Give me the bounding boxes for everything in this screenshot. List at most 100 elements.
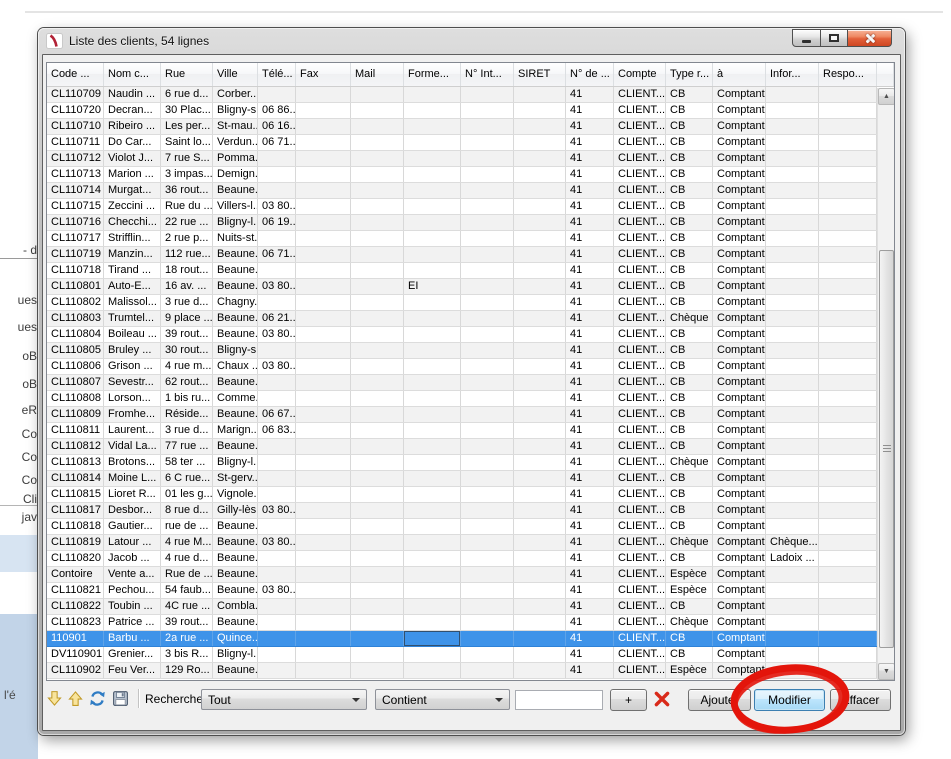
table-row[interactable]: CL110709Naudin ...6 rue d...Corber...41C… (47, 87, 877, 103)
save-icon[interactable] (112, 690, 129, 707)
cell-mail (351, 535, 404, 550)
maximize-button[interactable] (820, 29, 848, 47)
table-row[interactable]: CL110715Zeccini ...Rue du ...Villers-l..… (47, 199, 877, 215)
add-filter-button[interactable]: + (610, 689, 647, 711)
column-header-forme[interactable]: Forme... (404, 63, 461, 86)
cell-compte: CLIENT... (614, 183, 666, 198)
table-row[interactable]: CL110710Ribeiro ...Les per...St-mau...06… (47, 119, 877, 135)
cell-mail (351, 119, 404, 134)
cell-nom: Grison ... (104, 359, 161, 374)
table-row[interactable]: CL110805Bruley ...30 rout...Bligny-s...4… (47, 343, 877, 359)
move-down-icon[interactable] (46, 690, 63, 707)
clear-filter-icon[interactable] (653, 690, 671, 708)
cell-mail (351, 135, 404, 150)
cell-a: Comptant (713, 423, 766, 438)
move-up-icon[interactable] (67, 690, 84, 707)
search-mode-select[interactable]: Contient (375, 689, 510, 710)
table-row[interactable]: CL110717Strifflin...2 rue p...Nuits-st..… (47, 231, 877, 247)
column-header-nde[interactable]: N° de ... (566, 63, 614, 86)
table-row[interactable]: CL110902Feu Ver...129 Ro...Beaune...41CL… (47, 663, 877, 679)
cell-siret (514, 231, 566, 246)
cell-mail (351, 263, 404, 278)
table-row[interactable]: CL110720Decran...30 Plac...Bligny-s...06… (47, 103, 877, 119)
column-header-nom[interactable]: Nom c... (104, 63, 161, 86)
cell-mail (351, 503, 404, 518)
cell-code: CL110709 (47, 87, 104, 102)
background-selected-band (0, 535, 38, 572)
app-icon (46, 33, 63, 49)
column-header-infor[interactable]: Infor... (766, 63, 819, 86)
cell-a: Comptant (713, 471, 766, 486)
edit-button[interactable]: Modifier (754, 689, 825, 711)
minimize-button[interactable] (792, 29, 821, 47)
background-text-fragment: - d (0, 243, 37, 259)
column-header-siret[interactable]: SIRET (514, 63, 566, 86)
cell-infor (766, 183, 819, 198)
table-row[interactable]: 110901Barbu ...2a rue ...Quince...41CLIE… (47, 631, 877, 647)
table-row[interactable]: CL110812Vidal La...77 rue ...Beaune...41… (47, 439, 877, 455)
table-row[interactable]: CL110821Pechou...54 faub...Beaune...03 8… (47, 583, 877, 599)
cell-type: CB (666, 551, 713, 566)
column-header-ville[interactable]: Ville (213, 63, 258, 86)
scroll-down-button[interactable]: ▼ (878, 663, 895, 680)
cell-code: CL110714 (47, 183, 104, 198)
column-header-tel[interactable]: Télé... (258, 63, 296, 86)
table-row[interactable]: CL110820Jacob ...4 rue d...Beaune...41CL… (47, 551, 877, 567)
table-row[interactable]: ContoireVente a...Rue de ...Beaune...41C… (47, 567, 877, 583)
table-row[interactable]: CL110718Tirand ...18 rout...Beaune...41C… (47, 263, 877, 279)
title-bar[interactable]: Liste des clients, 54 lignes (38, 28, 905, 54)
table-row[interactable]: CL110819Latour ...4 rue M...Beaune...03 … (47, 535, 877, 551)
search-field-select[interactable]: Tout (201, 689, 367, 710)
column-header-code[interactable]: Code ... (47, 63, 104, 86)
column-header-respo[interactable]: Respo... (819, 63, 877, 86)
table-row[interactable]: CL110822Toubin ...4C rue ...Combla...41C… (47, 599, 877, 615)
table-row[interactable]: CL110809Fromhe...Réside...Beaune...06 67… (47, 407, 877, 423)
column-header-rue[interactable]: Rue (161, 63, 213, 86)
cell-compte: CLIENT... (614, 311, 666, 326)
table-row[interactable]: CL110803Trumtel...9 place ...Beaune...06… (47, 311, 877, 327)
table-row[interactable]: CL110804Boileau ...39 rout...Beaune...03… (47, 327, 877, 343)
column-header-a[interactable]: à (713, 63, 766, 86)
table-row[interactable]: CL110813Brotons...58 ter ...Bligny-l...4… (47, 455, 877, 471)
search-input[interactable] (515, 690, 603, 710)
table-row[interactable]: CL110808Lorson...1 bis ru...Comme...41CL… (47, 391, 877, 407)
table-row[interactable]: CL110716Checchi...22 rue ...Bligny-l...0… (47, 215, 877, 231)
table-row[interactable]: CL110802Malissol...3 rue d...Chagny...41… (47, 295, 877, 311)
column-header-compte[interactable]: Compte (614, 63, 666, 86)
column-header-type[interactable]: Type r... (666, 63, 713, 86)
delete-button[interactable]: Effacer (830, 689, 891, 711)
table-row[interactable]: CL110811Laurent...3 rue d...Marign...06 … (47, 423, 877, 439)
cell-rue: 2a rue ... (161, 631, 213, 646)
close-button[interactable] (847, 29, 892, 47)
table-row[interactable]: CL110806Grison ...4 rue m...Chaux ...03 … (47, 359, 877, 375)
table-row[interactable]: CL110711Do Car...Saint lo...Verdun...06 … (47, 135, 877, 151)
column-header-mail[interactable]: Mail (351, 63, 404, 86)
table-row[interactable]: CL110823Patrice ...39 rout...Beaune...41… (47, 615, 877, 631)
table-row[interactable]: CL110817Desbor...8 rue d...Gilly-lès...0… (47, 503, 877, 519)
cell-code: Contoire (47, 567, 104, 582)
table-row[interactable]: CL110818Gautier...rue de ...Beaune...41C… (47, 519, 877, 535)
table-row[interactable]: CL110807Sevestr...62 rout...Beaune...41C… (47, 375, 877, 391)
table-row[interactable]: CL110719Manzin...112 rue...Beaune...06 7… (47, 247, 877, 263)
scrollbar-thumb[interactable] (879, 250, 894, 648)
table-row[interactable]: CL110814Moine L...6 C rue...St-gerv...41… (47, 471, 877, 487)
table-row[interactable]: CL110713Marion ...3 impas...Demign...41C… (47, 167, 877, 183)
cell-ville: Beaune... (213, 551, 258, 566)
column-header-fax[interactable]: Fax (296, 63, 351, 86)
scroll-up-button[interactable]: ▲ (878, 88, 895, 105)
table-row[interactable]: DV110901Grenier...3 bis R...Bligny-l...4… (47, 647, 877, 663)
table-row[interactable]: CL110815Lioret R...01 les g...Vignole...… (47, 487, 877, 503)
background-text-fragment: Co (0, 427, 37, 441)
cell-a: Comptant (713, 567, 766, 582)
cell-infor (766, 423, 819, 438)
background-divider (0, 505, 38, 506)
vertical-scrollbar[interactable]: ▲ ▼ (877, 88, 894, 680)
refresh-icon[interactable] (89, 690, 106, 707)
cell-type: CB (666, 215, 713, 230)
add-button[interactable]: Ajouter (688, 689, 751, 711)
column-header-nint[interactable]: N° Int... (461, 63, 514, 86)
cell-nde: 41 (566, 407, 614, 422)
table-row[interactable]: CL110801Auto-E...16 av. ...Beaune...03 8… (47, 279, 877, 295)
table-row[interactable]: CL110714Murgat...36 rout...Beaune...41CL… (47, 183, 877, 199)
table-row[interactable]: CL110712Violot J...7 rue S...Pomma...41C… (47, 151, 877, 167)
